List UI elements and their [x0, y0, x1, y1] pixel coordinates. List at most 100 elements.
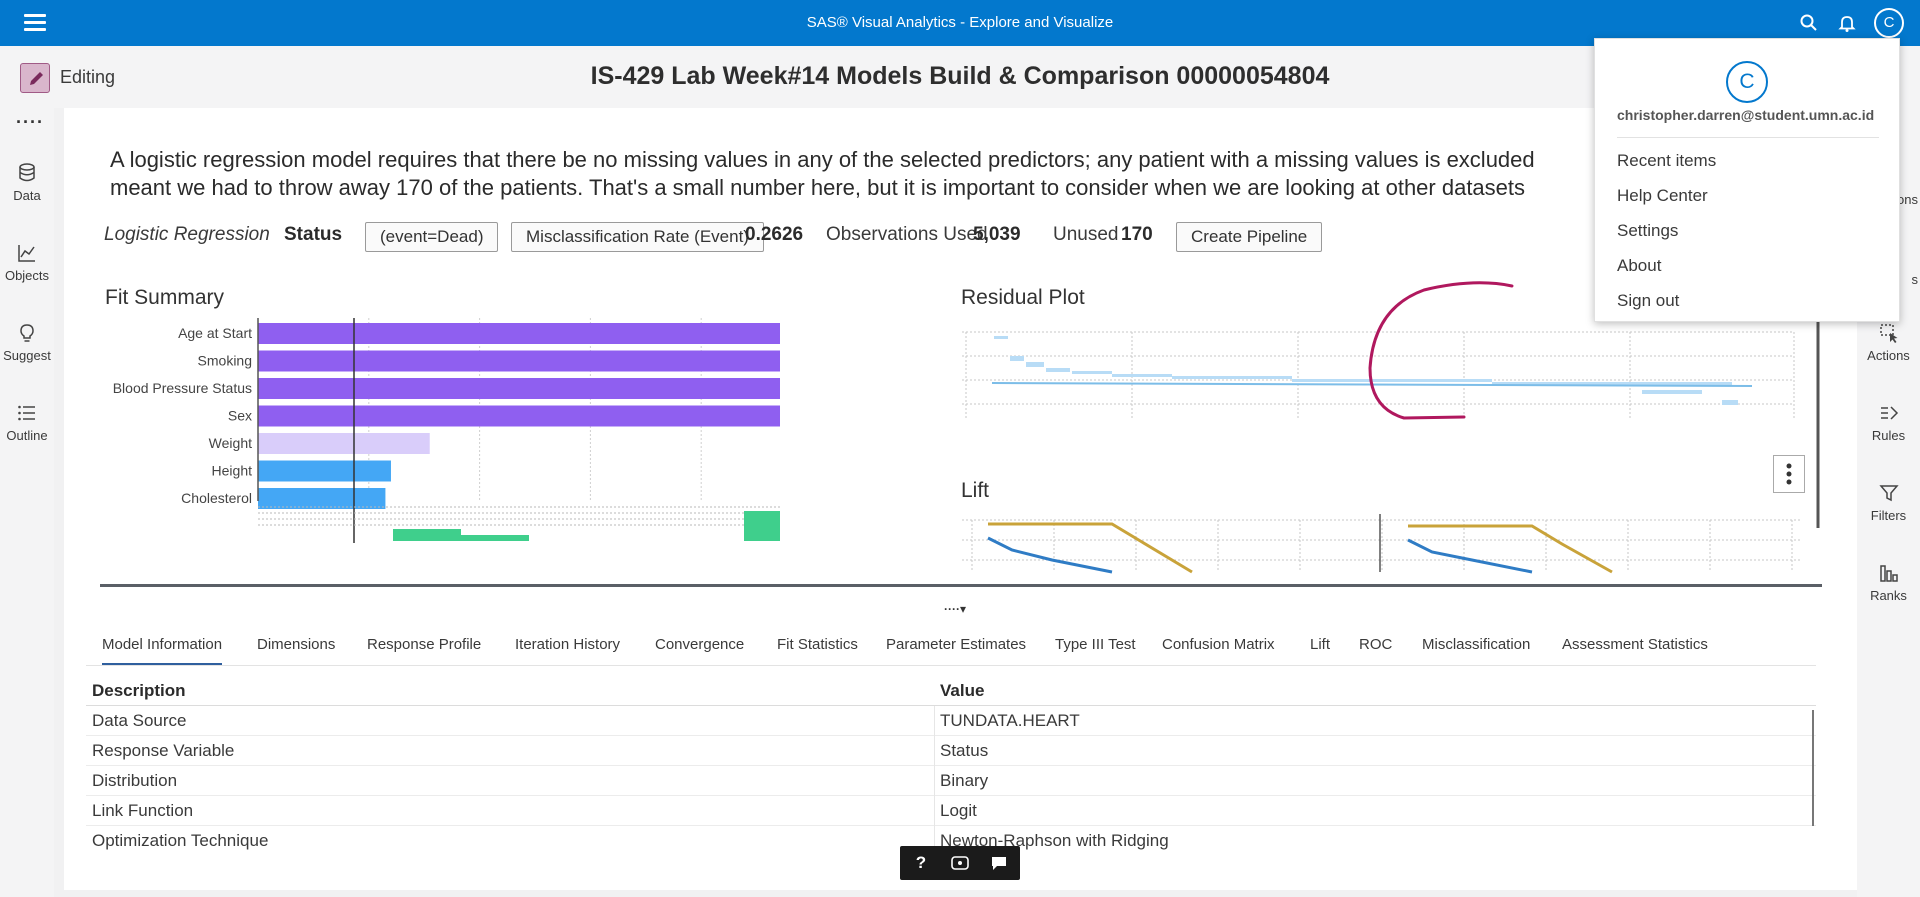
line-chart-icon — [18, 245, 35, 262]
report-canvas: A logistic regression model requires tha… — [64, 108, 1857, 890]
nav-item-ranks[interactable]: Ranks — [1857, 562, 1920, 603]
nav-item-label: Ranks — [1870, 588, 1907, 603]
database-icon — [19, 163, 35, 182]
left-navigation: ···· Data Objects Suggest Outline — [0, 108, 54, 897]
accessibility-icon[interactable] — [949, 852, 971, 874]
help-icon[interactable]: ? — [910, 852, 932, 874]
profile-menu: C christopher.darren@student.umn.ac.id R… — [1594, 38, 1900, 322]
bell-icon[interactable] — [1836, 12, 1858, 34]
metric-value: 0.2626 — [745, 224, 804, 245]
menu-item-sign-out[interactable]: Sign out — [1617, 291, 1679, 311]
table-cell: Optimization Technique — [92, 831, 269, 850]
table-cell: Distribution — [92, 771, 178, 790]
fit-summary-labels: Age at Start Smoking Blood Pressure Status… — [113, 325, 252, 506]
event-level-button[interactable]: (event=Dead) — [365, 222, 499, 252]
lift-best-line-2 — [1408, 524, 1613, 574]
lift-best-line-1 — [988, 522, 1193, 574]
table-cell: Binary — [940, 771, 989, 790]
metric-selector-button[interactable]: Misclassification Rate (Event) — [511, 222, 764, 252]
description-line-1: A logistic regression model requires tha… — [110, 147, 1535, 172]
tab-response-profile[interactable]: Response Profile — [367, 636, 481, 653]
table-header: Description Value — [86, 676, 1816, 706]
app-title: SAS® Visual Analytics - Explore and Visu… — [806, 14, 1114, 31]
comment-icon[interactable] — [988, 852, 1010, 874]
ranks-icon — [1879, 565, 1898, 582]
tab-misclassification[interactable]: Misclassification — [1422, 636, 1530, 653]
table-cell: TUNDATA.HEART — [940, 711, 1080, 730]
observations-used-label: Observations Used — [826, 224, 988, 245]
user-avatar-button[interactable]: C — [1874, 8, 1904, 38]
fit-summary-title: Fit Summary — [105, 286, 225, 309]
unused-value: 170 — [1121, 224, 1153, 245]
lift-grid — [962, 519, 1802, 572]
fit-variable-label: Smoking — [198, 353, 252, 369]
fit-variable-label: Height — [212, 463, 253, 479]
tab-parameter-estimates[interactable]: Parameter Estimates — [886, 636, 1026, 653]
fit-variable-label: Age at Start — [178, 325, 252, 341]
menu-item-about[interactable]: About — [1617, 256, 1661, 276]
response-variable-label: Status — [284, 224, 343, 245]
unused-label: Unused — [1053, 224, 1119, 245]
fit-importance-bar[interactable] — [258, 488, 386, 509]
more-vertical-icon — [1786, 463, 1792, 485]
table-scrollbar[interactable] — [1812, 710, 1814, 826]
overview-brush[interactable] — [744, 511, 780, 541]
fit-importance-bar[interactable] — [258, 323, 780, 344]
observations-used-value: 5,039 — [973, 224, 1021, 245]
more-options-icon[interactable]: ···· — [16, 113, 44, 131]
tab-iteration-history[interactable]: Iteration History — [515, 636, 620, 653]
splitter-handle-icon[interactable]: ····▾ — [944, 602, 966, 616]
tab-lift[interactable]: Lift — [1310, 636, 1330, 653]
model-type-label: Logistic Regression — [104, 224, 270, 245]
kebab-menu-button[interactable] — [1773, 455, 1805, 493]
lift-model-line-1 — [987, 536, 1113, 574]
profile-divider — [1617, 137, 1879, 138]
fit-importance-bar[interactable] — [258, 350, 780, 372]
create-pipeline-button[interactable]: Create Pipeline — [1176, 222, 1323, 252]
search-icon[interactable] — [1798, 12, 1820, 34]
tab-confusion-matrix[interactable]: Confusion Matrix — [1162, 636, 1275, 653]
lift-chart — [962, 514, 1802, 574]
nav-item-suggest[interactable]: Suggest — [0, 322, 54, 363]
nav-item-outline[interactable]: Outline — [0, 402, 54, 443]
fit-variable-label: Sex — [228, 408, 252, 424]
description-text: A logistic regression model requires tha… — [110, 146, 1670, 202]
table-cell: Data Source — [92, 711, 187, 730]
lift-model-line-2 — [1407, 538, 1533, 574]
fit-importance-bar[interactable] — [258, 378, 780, 399]
tab-convergence[interactable]: Convergence — [655, 636, 744, 653]
table-cell: Logit — [940, 801, 977, 820]
menu-item-recent-items[interactable]: Recent items — [1617, 151, 1716, 171]
residual-plot-title: Residual Plot — [961, 286, 1085, 309]
column-header-description[interactable]: Description — [92, 681, 186, 701]
tab-dimensions[interactable]: Dimensions — [257, 636, 335, 653]
nav-item-label: Outline — [6, 428, 48, 443]
fit-importance-bar[interactable] — [258, 460, 391, 482]
tab-assessment-statistics[interactable]: Assessment Statistics — [1562, 636, 1708, 653]
details-tabs: Model Information Dimensions Response Pr… — [86, 624, 1816, 666]
menu-item-settings[interactable]: Settings — [1617, 221, 1678, 241]
floating-help-toolbar: ? — [900, 846, 1020, 880]
tab-model-information[interactable]: Model Information — [102, 636, 223, 665]
column-header-value[interactable]: Value — [940, 681, 984, 701]
fit-importance-bar[interactable] — [258, 433, 430, 454]
table-cell: Response Variable — [92, 741, 235, 760]
nav-item-data[interactable]: Data — [0, 162, 54, 203]
table-cell: Status — [940, 741, 989, 760]
table-row: Response Variable Status — [86, 736, 1816, 766]
nav-item-label: Suggest — [3, 348, 51, 363]
nav-item-label: Objects — [4, 268, 50, 283]
table-row: Distribution Binary — [86, 766, 1816, 796]
tab-fit-statistics[interactable]: Fit Statistics — [777, 636, 858, 653]
fit-summary-overview — [258, 506, 780, 541]
list-icon — [18, 405, 35, 421]
fit-importance-bar[interactable] — [258, 405, 780, 427]
fit-variable-label: Weight — [209, 435, 252, 451]
nav-item-objects[interactable]: Objects — [0, 242, 54, 283]
profile-email: christopher.darren@student.umn.ac.id — [1617, 107, 1875, 123]
table-row: Link Function Logit — [86, 796, 1816, 826]
tab-type-iii-test[interactable]: Type III Test — [1055, 636, 1136, 653]
menu-item-help-center[interactable]: Help Center — [1617, 186, 1708, 206]
section-splitter[interactable] — [100, 584, 1822, 587]
tab-roc[interactable]: ROC — [1359, 636, 1392, 653]
